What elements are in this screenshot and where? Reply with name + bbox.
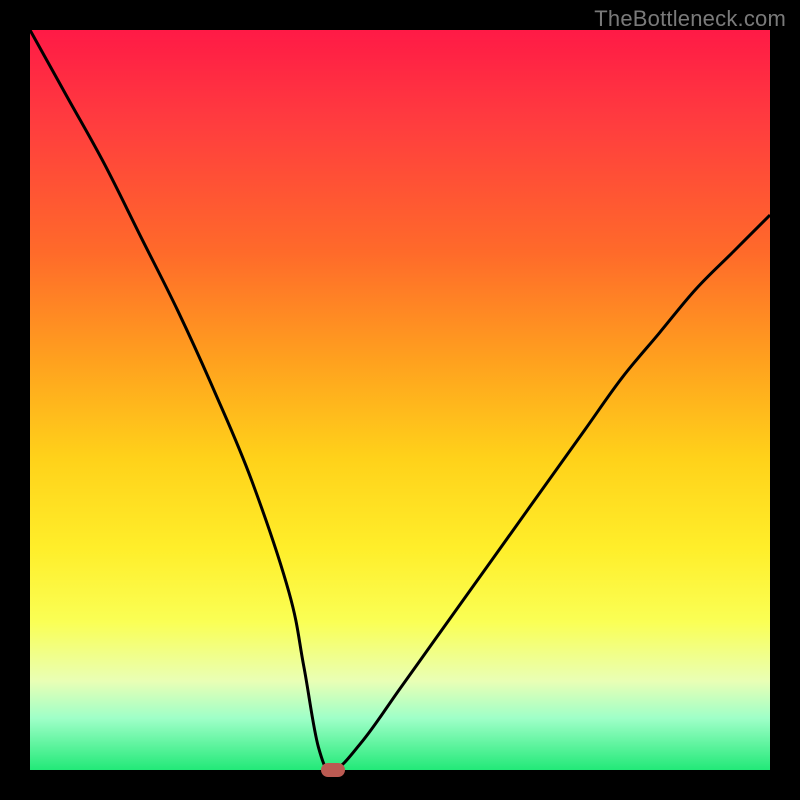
curve-svg <box>30 30 770 770</box>
watermark-text: TheBottleneck.com <box>594 6 786 32</box>
chart-frame: TheBottleneck.com <box>0 0 800 800</box>
bottleneck-curve <box>30 30 770 770</box>
optimal-marker <box>321 763 345 777</box>
plot-area <box>30 30 770 770</box>
